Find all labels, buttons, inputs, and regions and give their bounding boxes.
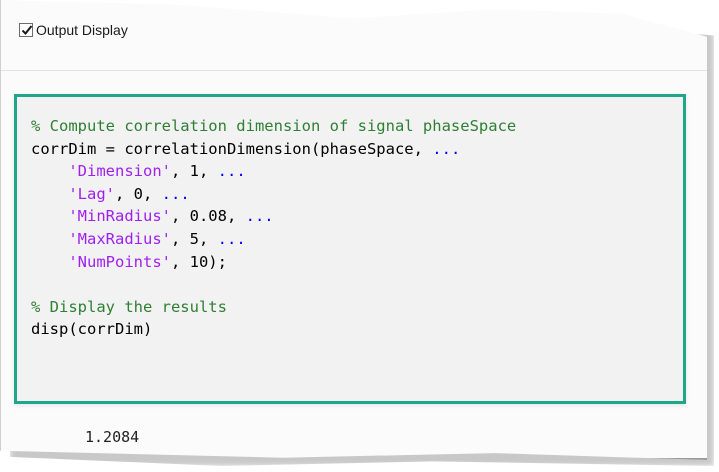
divider [1,70,707,71]
code-continuation: ... [217,229,246,248]
code-line: disp(corrDim) [31,318,516,341]
code-line: 'NumPoints', 10); [31,251,516,274]
code-line: 'MaxRadius', 5, ... [31,228,516,251]
code-token: corrDim = correlationDimension(phaseSpac… [31,139,433,158]
code-line: corrDim = correlationDimension(phaseSpac… [31,138,516,161]
code-line: % Compute correlation dimension of signa… [31,115,516,138]
code-block[interactable]: % Compute correlation dimension of signa… [14,94,686,404]
live-script-output-panel: Output Display % Compute correlation dim… [0,0,719,472]
code-token: , 0, [115,184,162,203]
code-token: , 10); [170,252,227,271]
code-string: 'NumPoints' [68,252,171,271]
code-line: 'Lag', 0, ... [31,183,516,206]
code-token: , 0.08, [170,207,246,226]
code-continuation: ... [217,162,246,181]
code-continuation: ... [432,139,461,158]
code-token: , 5, [170,229,218,248]
torn-panel: Output Display % Compute correlation dim… [0,0,707,460]
code-string: 'Lag' [68,184,115,203]
code-line: 'Dimension', 1, ... [31,160,516,183]
code-continuation: ... [161,184,190,203]
code-comment: % Compute correlation dimension of signa… [31,117,517,135]
code-line: % Display the results [31,296,516,319]
code-token: , 1, [170,162,218,181]
output-display-option[interactable]: Output Display [19,22,128,38]
code-comment: % Display the results [31,297,227,316]
code-text[interactable]: % Compute correlation dimension of signa… [31,115,516,341]
output-display-checkbox[interactable] [19,23,33,37]
checkmark-icon [21,25,33,35]
code-continuation: ... [245,207,274,226]
code-string: 'MinRadius' [68,207,171,226]
code-string: 'MaxRadius' [68,229,171,248]
code-line: 'MinRadius', 0.08, ... [31,205,516,228]
code-token: disp(corrDim) [31,320,153,339]
code-string: 'Dimension' [68,162,171,181]
output-display-label: Output Display [36,22,128,38]
command-output: 1.2084 [85,428,140,446]
